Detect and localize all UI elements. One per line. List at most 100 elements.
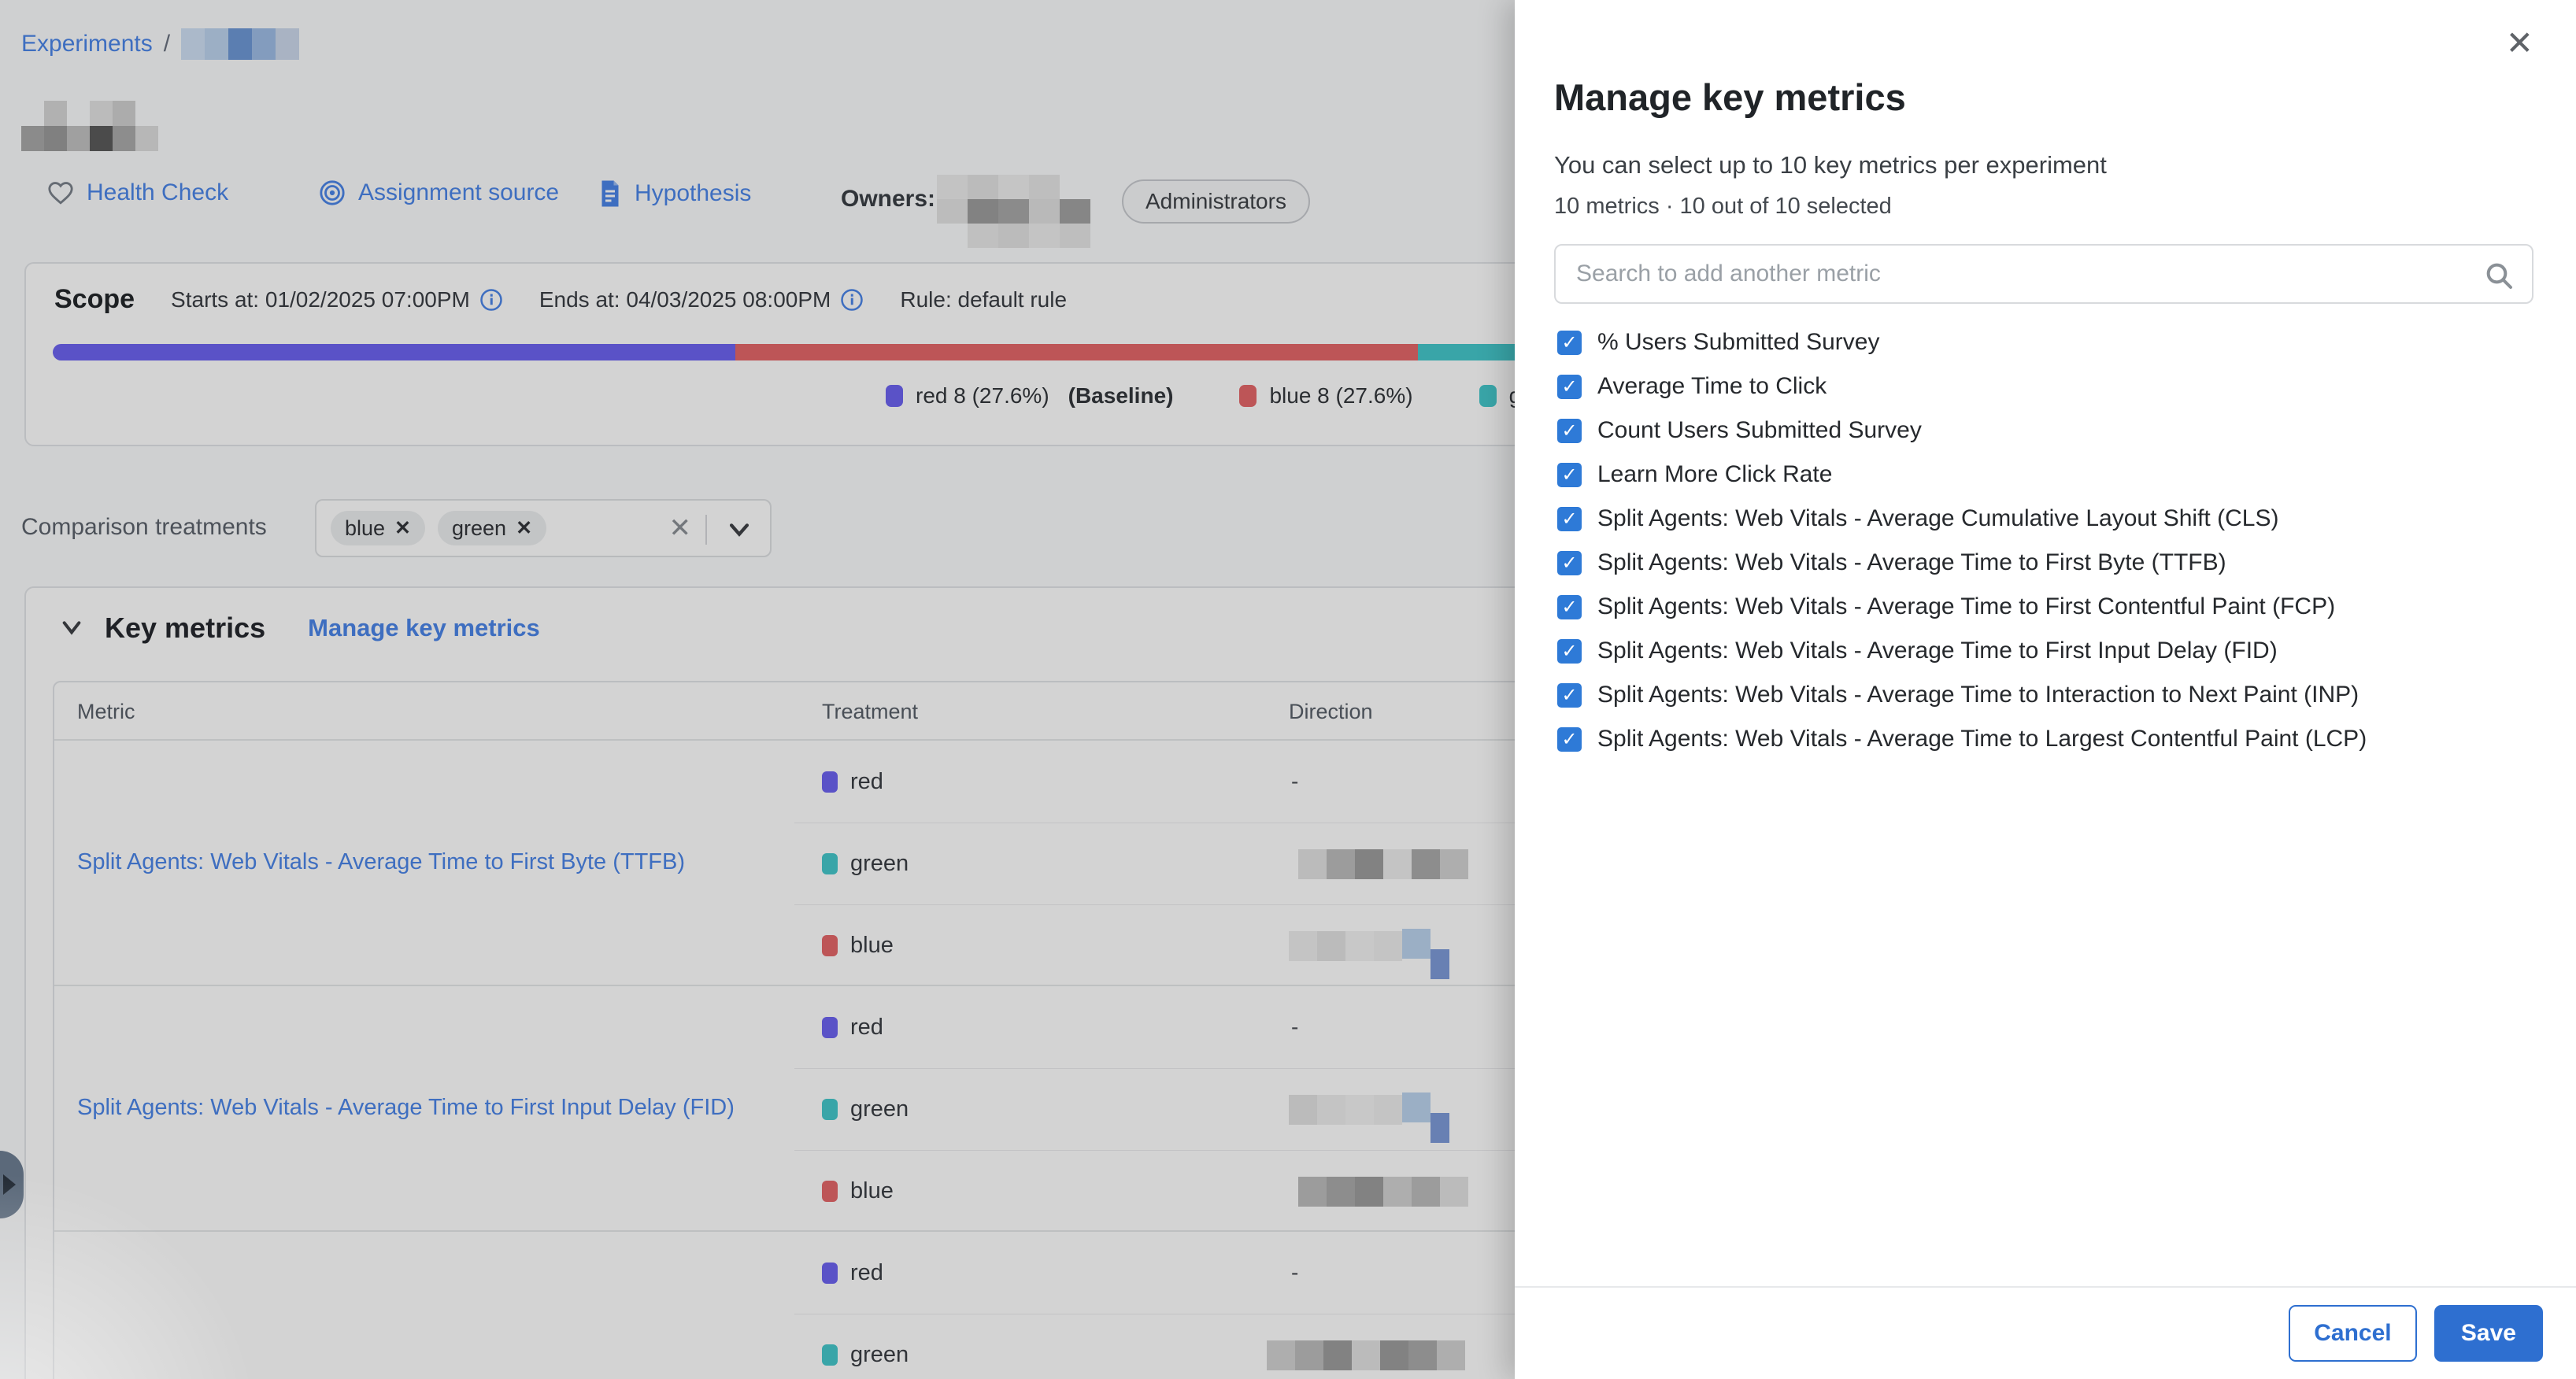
treatment-name: blue [850, 1178, 894, 1204]
chip-label: green [452, 516, 506, 541]
metric-search-input[interactable] [1556, 246, 2532, 302]
metric-link-ttfb[interactable]: Split Agents: Web Vitals - Average Time … [77, 848, 685, 878]
checkbox-checked-icon[interactable]: ✓ [1557, 551, 1582, 575]
metric-checkbox-row[interactable]: ✓ Split Agents: Web Vitals - Average Time… [1557, 593, 2367, 620]
checkbox-checked-icon[interactable]: ✓ [1557, 639, 1582, 664]
metric-checkbox-row[interactable]: ✓Split Agents: Web Vitals - Average Time… [1557, 726, 2367, 752]
breadcrumb-experiments-link[interactable]: Experiments [21, 31, 153, 57]
checkbox-checked-icon[interactable]: ✓ [1557, 463, 1582, 487]
legend-swatch-red [886, 385, 903, 407]
sidebar-expand-handle[interactable] [0, 1151, 24, 1218]
metric-option-label: Learn More Click Rate [1597, 461, 1832, 488]
treatment-swatch [822, 1181, 838, 1202]
metric-checkbox-row[interactable]: ✓ Average Time to Click [1557, 373, 2367, 400]
direction-redacted [1298, 849, 1468, 879]
chip-remove-icon[interactable]: ✕ [394, 516, 411, 540]
metric-checkbox-row[interactable]: ✓ Count Users Submitted Survey [1557, 417, 2367, 444]
legend-swatch-green [1479, 385, 1497, 407]
metric-option-label: Average Time to Click [1597, 373, 1827, 400]
owners-redacted [937, 175, 1090, 248]
metric-checkbox-row[interactable]: ✓ Split Agents: Web Vitals - Average Time… [1557, 682, 2367, 708]
treatment-name: red [850, 1260, 883, 1286]
metric-link-fid[interactable]: Split Agents: Web Vitals - Average Time … [77, 1093, 735, 1123]
direction-redacted [1298, 1177, 1468, 1207]
metric-checkbox-row[interactable]: ✓ Learn More Click Rate [1557, 461, 2367, 488]
metric-checkbox-row[interactable]: ✓Split Agents: Web Vitals - Average Time… [1557, 549, 2367, 576]
info-icon[interactable] [840, 288, 864, 312]
scope-rule: Rule: default rule [900, 287, 1067, 312]
treatment-swatch [822, 1344, 838, 1366]
cancel-button[interactable]: Cancel [2289, 1305, 2417, 1362]
collapse-chevron-icon[interactable] [59, 618, 84, 638]
checkbox-checked-icon[interactable]: ✓ [1557, 683, 1582, 708]
direction-value: - [1291, 1260, 1298, 1285]
metric-option-label: Count Users Submitted Survey [1597, 417, 1922, 444]
treatment-name: green [850, 1096, 909, 1122]
treatment-name: green [850, 1342, 909, 1368]
metric-link-learn-more[interactable]: Learn More Click Rate [77, 1374, 305, 1379]
direction-redacted [1289, 1077, 1449, 1143]
health-check-label: Health Check [87, 179, 228, 206]
metrics-count-line: 10 metrics · 10 out of 10 selected [1554, 194, 1892, 220]
metric-option-label: Split Agents: Web Vitals - Average Time … [1597, 593, 2335, 620]
app-window: Experiments / Health Check Assignment so… [0, 0, 2576, 1379]
close-icon[interactable]: ✕ [2506, 27, 2533, 60]
target-icon [319, 179, 346, 206]
breadcrumb: Experiments / [21, 28, 299, 60]
panel-footer: Cancel Save [1515, 1286, 2576, 1379]
clear-selection-icon[interactable]: ✕ [669, 512, 692, 544]
direction-value: - [1291, 1015, 1298, 1040]
chevron-down-icon[interactable] [726, 518, 753, 545]
panel-subtitle: You can select up to 10 key metrics per … [1554, 151, 2107, 179]
legend-item: red 8 (27.6%) (Baseline) [886, 383, 1173, 409]
comparison-treatments-select[interactable]: blue ✕ green ✕ ✕ [315, 499, 772, 557]
checkbox-checked-icon[interactable]: ✓ [1557, 331, 1582, 355]
bar-segment-blue [735, 344, 1418, 360]
legend-label: blue 8 (27.6%) [1269, 383, 1412, 409]
metric-checkbox-list: ✓ % Users Submitted Survey ✓ Average Time … [1557, 329, 2367, 752]
manage-key-metrics-panel: ✕ Manage key metrics You can select up t… [1515, 0, 2576, 1379]
select-divider [705, 515, 707, 545]
scope-starts-at: Starts at: 01/02/2025 07:00PM [171, 287, 470, 312]
metric-option-label: % Users Submitted Survey [1597, 329, 1879, 356]
save-button[interactable]: Save [2434, 1305, 2543, 1362]
metric-checkbox-row[interactable]: ✓ % Users Submitted Survey [1557, 329, 2367, 356]
treatment-swatch [822, 853, 838, 874]
legend-label: red 8 (27.6%) [916, 383, 1049, 409]
metric-search-box [1554, 244, 2533, 304]
treatment-swatch [822, 935, 838, 956]
metric-checkbox-row[interactable]: ✓Split Agents: Web Vitals - Average Time… [1557, 638, 2367, 664]
checkbox-checked-icon[interactable]: ✓ [1557, 595, 1582, 619]
checkbox-checked-icon[interactable]: ✓ [1557, 727, 1582, 752]
search-icon[interactable] [2483, 260, 2515, 295]
chip-label: blue [345, 516, 385, 541]
chip-blue[interactable]: blue ✕ [331, 511, 425, 545]
checkbox-checked-icon[interactable]: ✓ [1557, 419, 1582, 443]
owners-label: Owners: [841, 186, 935, 213]
column-header-treatment: Treatment [822, 700, 918, 724]
chevron-right-icon [3, 1174, 16, 1195]
comparison-treatments-label: Comparison treatments [21, 514, 267, 541]
treatment-name: blue [850, 933, 894, 959]
direction-redacted [1267, 1340, 1465, 1370]
assignment-source-link[interactable]: Assignment source [319, 179, 559, 206]
checkbox-checked-icon[interactable]: ✓ [1557, 375, 1582, 399]
page-title-redacted [21, 101, 158, 151]
metric-option-label: Split Agents: Web Vitals - Average Time … [1597, 682, 2359, 708]
legend-baseline-tag: (Baseline) [1068, 383, 1174, 409]
document-icon [598, 179, 622, 208]
treatment-swatch [822, 771, 838, 793]
bar-segment-red [53, 344, 735, 360]
metric-checkbox-row[interactable]: ✓Split Agents: Web Vitals - Average Cumu… [1557, 505, 2367, 532]
treatment-name: red [850, 1015, 883, 1041]
chip-remove-icon[interactable]: ✕ [516, 516, 532, 540]
info-icon[interactable] [479, 288, 503, 312]
breadcrumb-separator: / [164, 31, 170, 57]
health-check-link[interactable]: Health Check [47, 179, 228, 206]
chip-green[interactable]: green ✕ [438, 511, 546, 545]
legend-swatch-blue [1239, 385, 1257, 407]
manage-key-metrics-link[interactable]: Manage key metrics [308, 614, 540, 642]
checkbox-checked-icon[interactable]: ✓ [1557, 507, 1582, 531]
direction-redacted [1289, 913, 1449, 979]
hypothesis-link[interactable]: Hypothesis [598, 179, 751, 208]
